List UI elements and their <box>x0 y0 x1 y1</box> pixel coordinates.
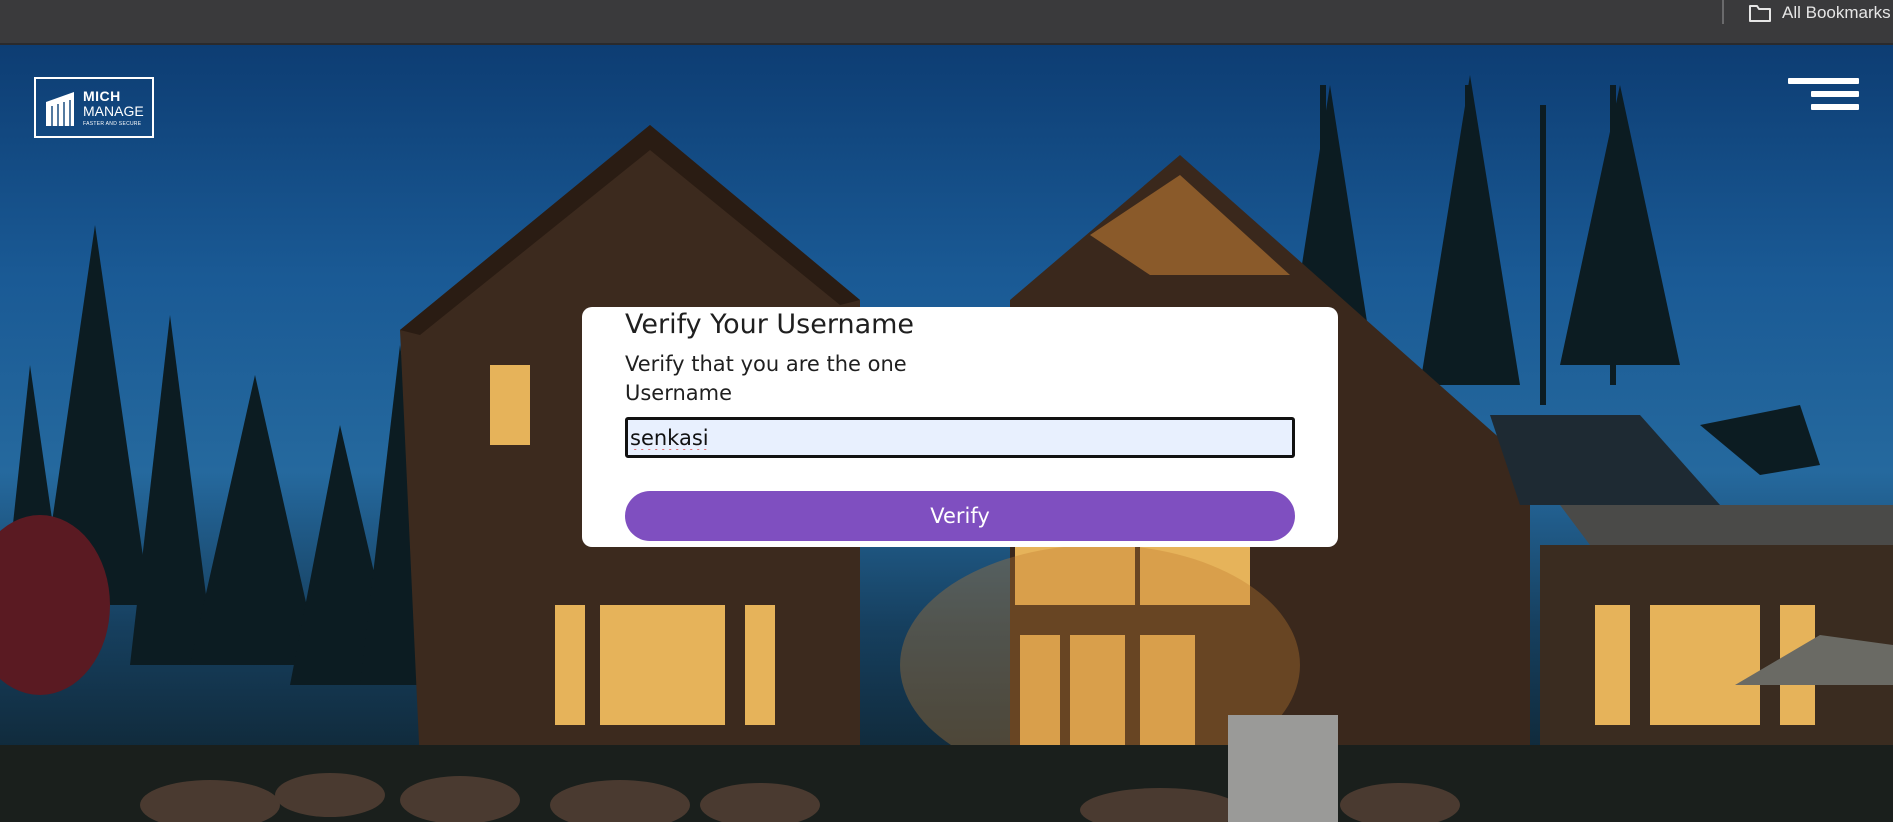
card-subtitle: Verify that you are the one <box>625 352 907 376</box>
card-title: Verify Your Username <box>625 309 915 340</box>
bookmarks-bar: All Bookmarks <box>0 0 1893 45</box>
bookmarks-separator <box>1722 0 1724 24</box>
folder-icon <box>1749 5 1771 22</box>
hamburger-menu-icon[interactable] <box>1788 78 1859 120</box>
verify-username-card: Verify Your Username Verify that you are… <box>582 307 1338 547</box>
building-logo-icon <box>46 92 74 126</box>
hero-background-image: MICH MANAGE FASTER AND SECURE Verify You… <box>0 45 1893 822</box>
logo-text-manage: MANAGE <box>83 103 144 119</box>
username-label: Username <box>625 381 733 405</box>
logo-text-mich: MICH <box>83 88 121 104</box>
all-bookmarks-label: All Bookmarks <box>1782 3 1891 22</box>
logo-tagline: FASTER AND SECURE <box>83 121 142 127</box>
username-input[interactable] <box>625 417 1295 458</box>
all-bookmarks-button[interactable]: All Bookmarks <box>1748 0 1891 26</box>
verify-button[interactable]: Verify <box>625 491 1295 541</box>
mich-manage-logo[interactable]: MICH MANAGE FASTER AND SECURE <box>34 77 154 138</box>
